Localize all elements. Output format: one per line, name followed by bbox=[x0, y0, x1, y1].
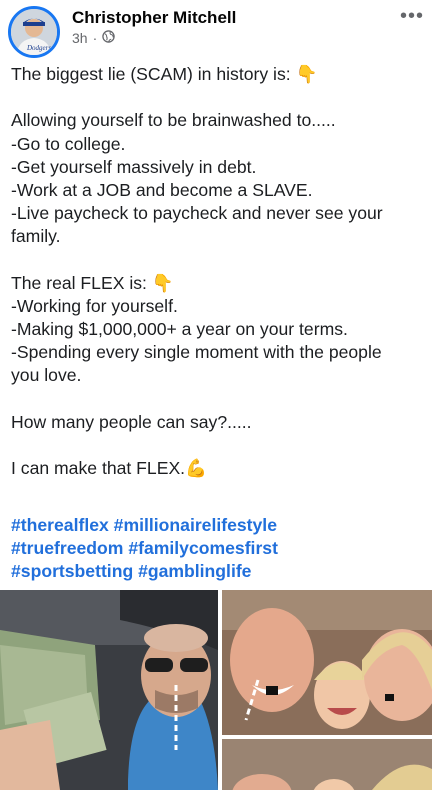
meta-separator: · bbox=[92, 30, 98, 46]
more-options-icon[interactable]: ••• bbox=[400, 5, 424, 28]
svg-text:Dodgers: Dodgers bbox=[26, 44, 51, 52]
post-text-line: I can make that FLEX.💪 bbox=[11, 458, 207, 479]
photo-family-2[interactable] bbox=[222, 739, 432, 790]
post-text-line: -Go to college. bbox=[11, 133, 126, 154]
hashtag-line[interactable]: #sportsbetting #gamblinglife bbox=[11, 560, 421, 583]
author-name[interactable]: Christopher Mitchell bbox=[72, 8, 236, 28]
post-text-line: family. bbox=[11, 226, 61, 247]
post-text-line: The biggest lie (SCAM) in history is: 👇 bbox=[11, 64, 318, 84]
post-text-line: -Work at a JOB and become a SLAVE. bbox=[11, 179, 313, 200]
post-text-line: Allowing yourself to be brainwashed to..… bbox=[11, 110, 336, 131]
avatar-image: Dodgers bbox=[11, 9, 57, 55]
globe-icon bbox=[102, 30, 115, 46]
post-meta: 3h · bbox=[72, 30, 115, 46]
post-body: The biggest lie (SCAM) in history is: 👇 A… bbox=[11, 63, 421, 480]
post-text-line: The real FLEX is: 👇 bbox=[11, 272, 174, 293]
post-header: Dodgers Christopher Mitchell 3h · ••• bbox=[0, 0, 432, 60]
post-text-line: -Making $1,000,000+ a year on your terms… bbox=[11, 319, 348, 340]
hashtag-line[interactable]: #therealflex #millionairelifestyle bbox=[11, 514, 421, 537]
post-text-line: -Live paycheck to paycheck and never see… bbox=[11, 203, 383, 224]
photo-money-selfie[interactable] bbox=[0, 590, 218, 790]
post-text-line: How many people can say?..... bbox=[11, 411, 252, 432]
hashtag-line[interactable]: #truefreedom #familycomesfirst bbox=[11, 537, 421, 560]
post-text-line: -Working for yourself. bbox=[11, 295, 178, 316]
post-text-line: -Get yourself massively in debt. bbox=[11, 156, 257, 177]
avatar[interactable]: Dodgers bbox=[8, 6, 60, 58]
photo-family[interactable] bbox=[222, 590, 432, 735]
post-hashtags: #therealflex #millionairelifestyle #truef… bbox=[11, 514, 421, 584]
post-text-line: you love. bbox=[11, 365, 82, 386]
post-time[interactable]: 3h bbox=[72, 30, 88, 46]
photo-grid bbox=[0, 590, 432, 790]
post-text-line: -Spending every single moment with the p… bbox=[11, 342, 382, 363]
